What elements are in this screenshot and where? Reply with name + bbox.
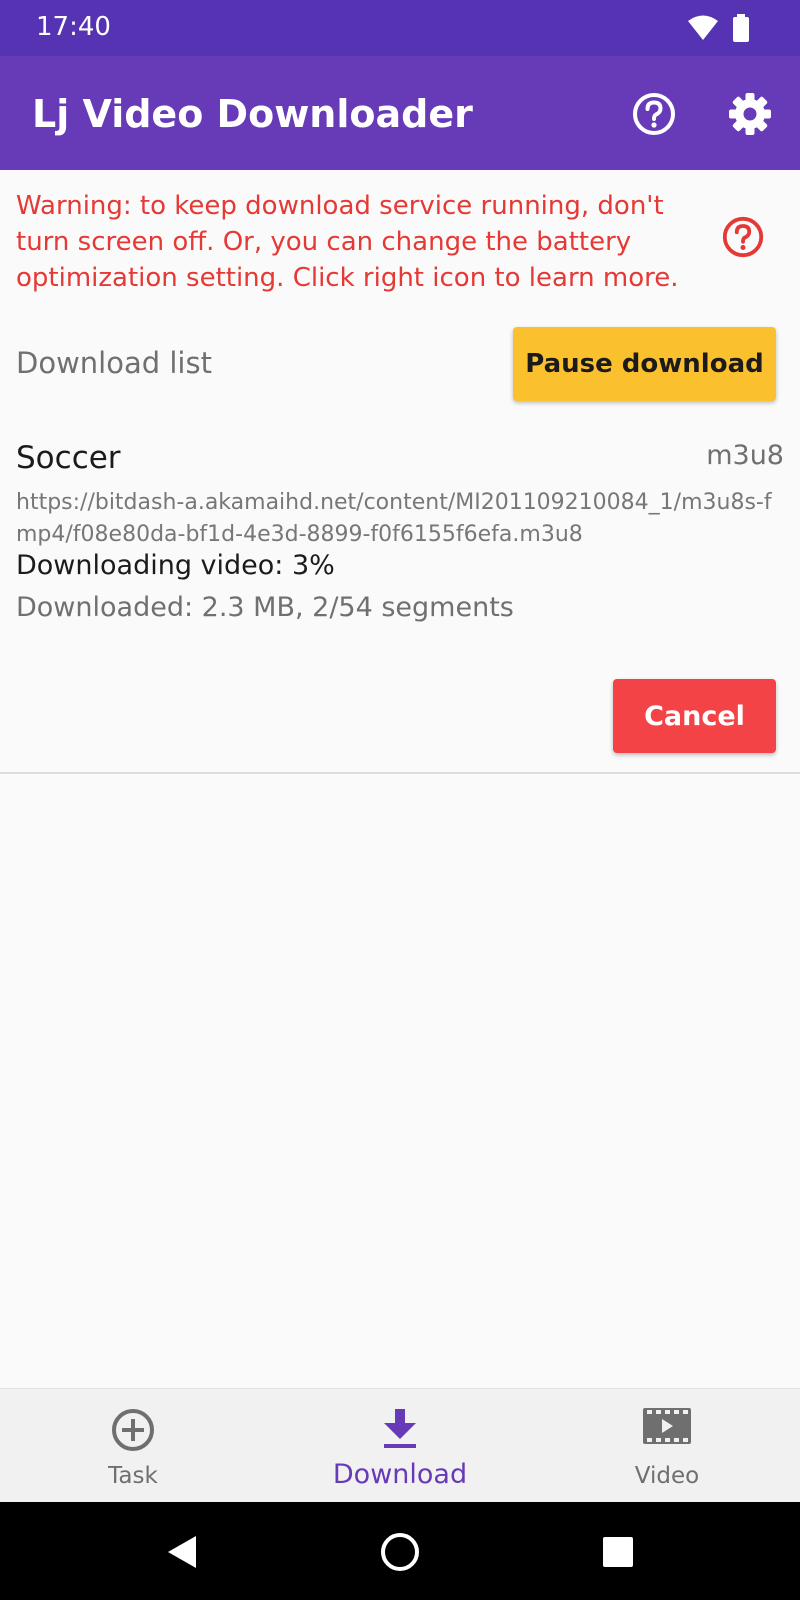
status-bar: 17:40 [0,0,800,56]
app-title: Lj Video Downloader [32,92,473,136]
recents-button[interactable] [596,1530,640,1574]
battery-warning-text: Warning: to keep download service runnin… [16,191,679,293]
nav-label-video: Video [634,1463,700,1489]
recents-icon [603,1537,633,1567]
pause-download-button[interactable]: Pause download [513,327,776,401]
download-item-status: Downloading video: 3% [16,550,335,581]
download-item-progress: Downloaded: 2.3 MB, 2/54 segments [16,592,514,623]
wifi-icon [688,15,718,40]
bottom-navigation: Task Download Video [0,1388,800,1502]
app-bar: Lj Video Downloader [0,56,800,170]
list-divider [0,772,800,774]
status-time: 17:40 [36,12,111,42]
settings-button[interactable] [726,90,774,138]
help-icon [722,216,764,258]
movie-icon [643,1408,691,1444]
status-icons [688,14,750,42]
back-icon [168,1536,196,1568]
back-button[interactable] [160,1530,204,1574]
warning-help-button[interactable] [720,214,766,260]
system-navigation-bar [0,1502,800,1600]
add-circle-icon [112,1409,154,1451]
cancel-button[interactable]: Cancel [613,679,776,753]
nav-label-download: Download [332,1459,468,1490]
download-item-format: m3u8 [706,440,784,471]
download-item-url: https://bitdash-a.akamaihd.net/content/M… [16,490,772,547]
nav-item-task[interactable]: Task [0,1389,266,1503]
download-list-label: Download list [16,346,212,380]
download-item-title: Soccer [16,440,121,476]
home-button[interactable] [378,1530,422,1574]
help-icon [633,93,675,135]
home-icon [381,1533,419,1571]
help-button[interactable] [630,90,678,138]
battery-icon [733,14,749,42]
download-icon [384,1409,416,1448]
settings-icon [729,93,771,135]
nav-item-video[interactable]: Video [534,1389,800,1503]
nav-item-download[interactable]: Download [267,1389,533,1503]
nav-label-task: Task [108,1463,158,1489]
